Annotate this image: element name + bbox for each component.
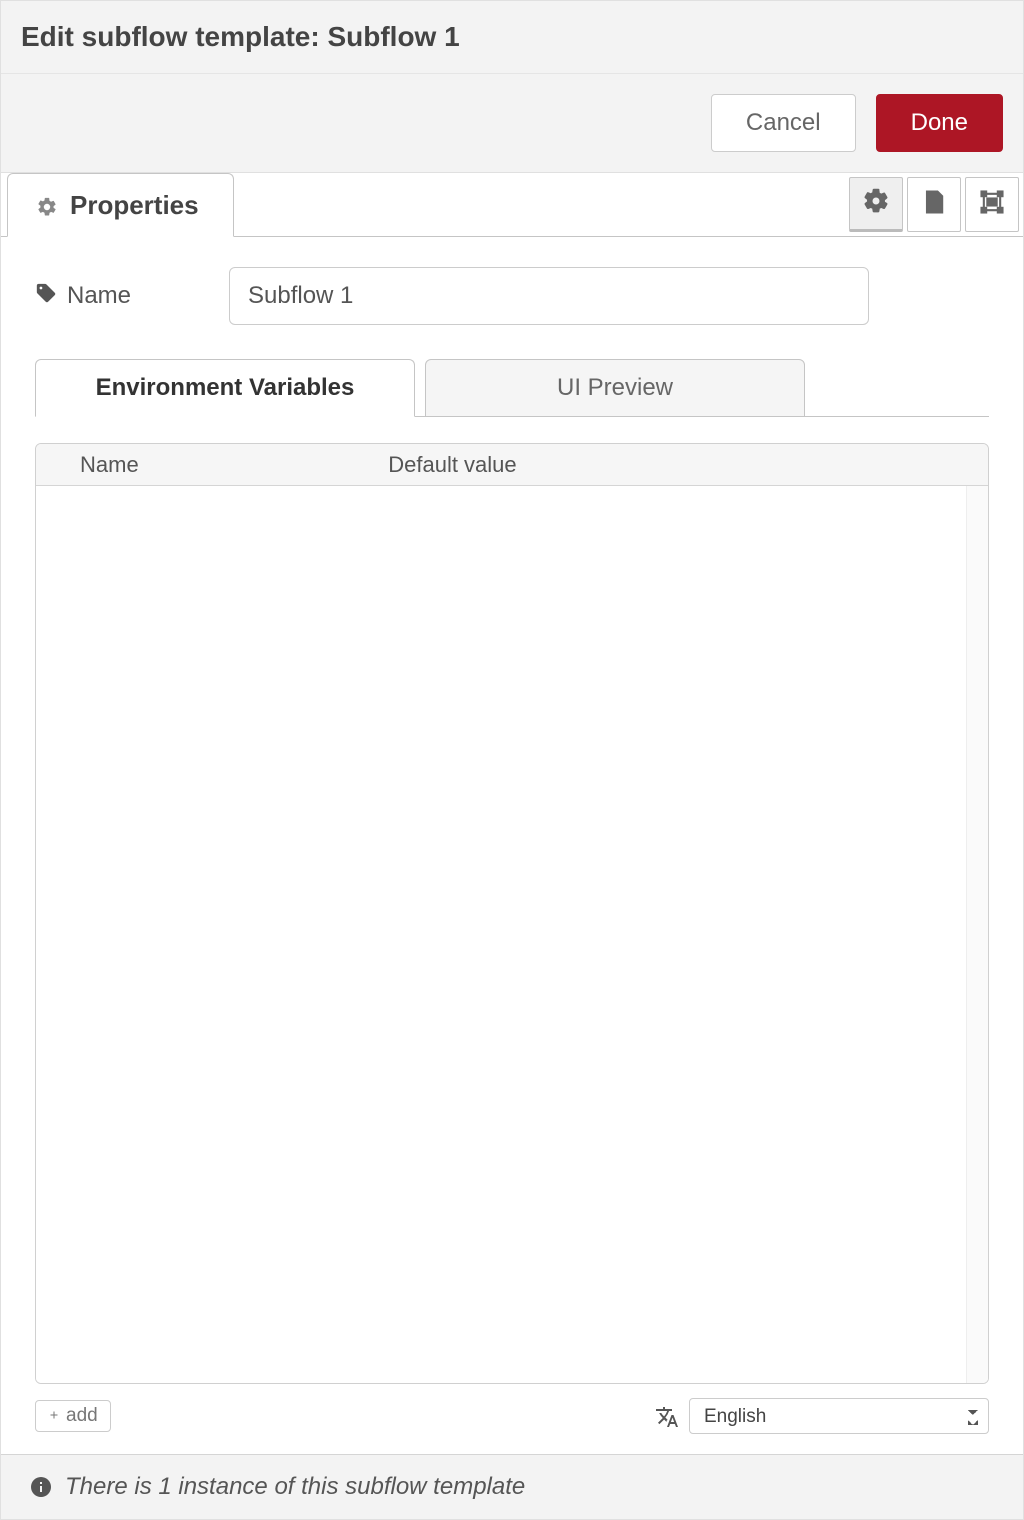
done-button[interactable]: Done — [876, 94, 1003, 152]
cancel-button[interactable]: Cancel — [711, 94, 856, 152]
dialog-footer: There is 1 instance of this subflow temp… — [1, 1454, 1023, 1519]
tab-environment-variables[interactable]: Environment Variables — [35, 359, 415, 417]
env-var-grid: Name Default value — [35, 443, 989, 1384]
language-select[interactable]: English — [689, 1398, 989, 1434]
name-label-text: Name — [67, 282, 131, 310]
add-button-label: add — [66, 1405, 98, 1427]
tag-icon — [35, 282, 57, 311]
col-header-default: Default value — [388, 452, 988, 478]
plus-icon — [48, 1405, 60, 1427]
inner-tab-strip: Environment Variables UI Preview — [35, 359, 989, 417]
bounding-box-icon — [978, 188, 1006, 221]
dialog-title: Edit subflow template: Subflow 1 — [1, 1, 1023, 74]
tab-ui-preview[interactable]: UI Preview — [425, 359, 805, 417]
tab-properties-label: Properties — [70, 190, 199, 221]
view-settings-button[interactable] — [849, 177, 903, 232]
add-button[interactable]: add — [35, 1400, 111, 1432]
translate-icon — [655, 1405, 679, 1427]
view-appearance-button[interactable] — [965, 177, 1019, 232]
view-description-button[interactable] — [907, 177, 961, 232]
col-header-name: Name — [36, 452, 388, 478]
gear-icon — [862, 187, 890, 220]
file-icon — [920, 188, 948, 221]
gear-icon — [36, 194, 58, 216]
button-bar: Cancel Done — [1, 74, 1023, 173]
grid-scrollbar[interactable] — [966, 486, 988, 1383]
env-var-list: Name Default value add — [35, 443, 989, 1434]
grid-header: Name Default value — [36, 444, 988, 486]
grid-body — [36, 486, 988, 1383]
grid-footer: add English — [35, 1384, 989, 1434]
top-tab-strip: Properties — [1, 173, 1023, 237]
tab-properties[interactable]: Properties — [7, 173, 234, 237]
name-label: Name — [35, 282, 215, 311]
language-group: English — [655, 1398, 989, 1434]
info-icon — [29, 1475, 53, 1499]
instance-count-text: There is 1 instance of this subflow temp… — [65, 1473, 525, 1501]
name-input[interactable] — [229, 267, 869, 325]
name-row: Name — [35, 267, 989, 325]
